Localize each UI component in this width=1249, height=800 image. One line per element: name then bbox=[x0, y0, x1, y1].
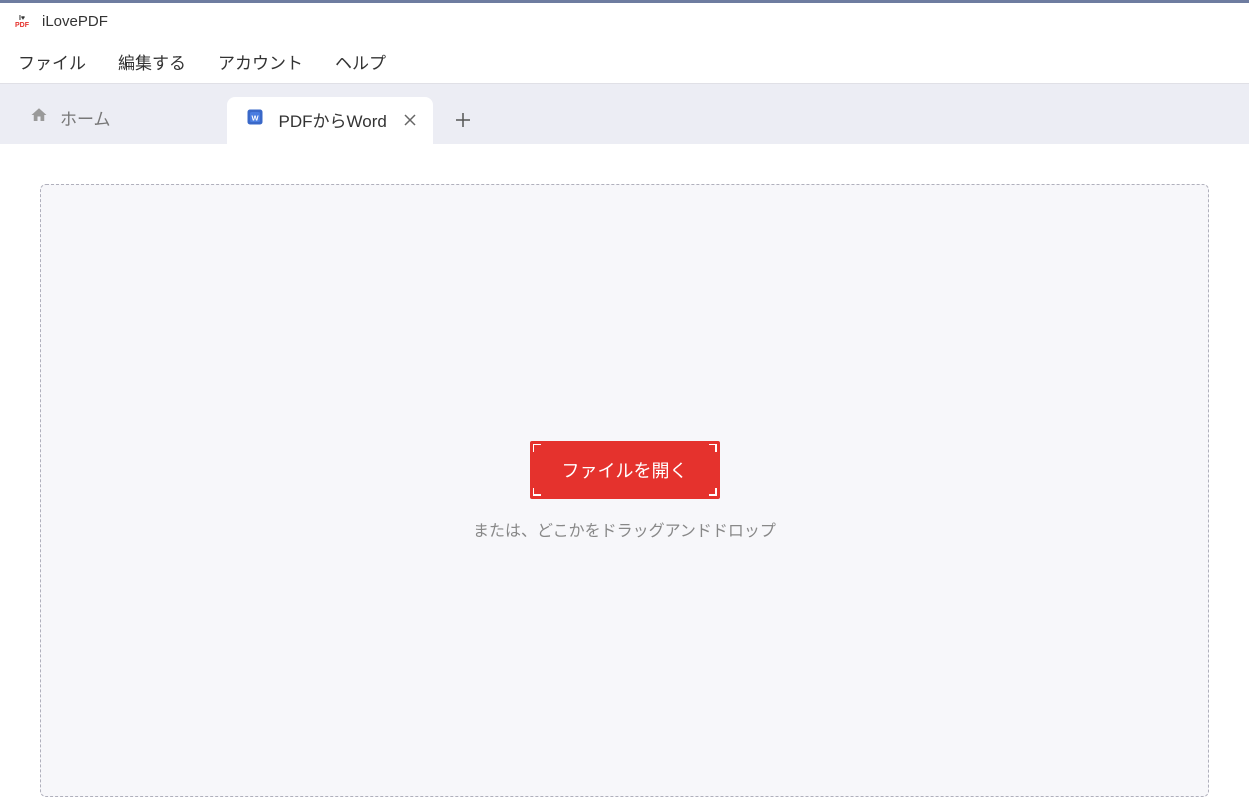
content-area: ファイルを開く または、どこかをドラッグアンドドロップ bbox=[0, 144, 1249, 797]
title-bar: I♥PDF iLovePDF bbox=[0, 0, 1249, 40]
menu-file[interactable]: ファイル bbox=[16, 45, 88, 78]
app-logo-icon: I♥PDF bbox=[12, 12, 32, 32]
menu-edit[interactable]: 編集する bbox=[116, 45, 188, 78]
close-tab-button[interactable] bbox=[401, 111, 419, 129]
add-tab-button[interactable] bbox=[443, 100, 483, 140]
tab-home-label: ホーム bbox=[60, 105, 111, 130]
menu-account[interactable]: アカウント bbox=[216, 45, 305, 78]
drop-hint-text: または、どこかをドラッグアンドドロップ bbox=[473, 517, 776, 541]
menu-help[interactable]: ヘルプ bbox=[333, 45, 388, 78]
open-file-label: ファイルを開く bbox=[562, 461, 688, 481]
menu-bar: ファイル 編集する アカウント ヘルプ bbox=[0, 40, 1249, 84]
close-icon bbox=[404, 114, 416, 126]
home-icon bbox=[30, 106, 48, 129]
plus-icon bbox=[455, 112, 471, 128]
tab-home[interactable]: ホーム bbox=[22, 93, 127, 144]
svg-text:W: W bbox=[251, 113, 259, 122]
open-file-button[interactable]: ファイルを開く bbox=[530, 441, 720, 499]
tab-pdf-to-word[interactable]: W PDFからWord bbox=[227, 97, 433, 144]
app-title: iLovePDF bbox=[42, 13, 108, 30]
tab-bar: ホーム W PDFからWord bbox=[0, 84, 1249, 144]
word-doc-icon: W bbox=[245, 107, 265, 132]
file-drop-zone[interactable]: ファイルを開く または、どこかをドラッグアンドドロップ bbox=[40, 184, 1209, 797]
tab-label: PDFからWord bbox=[279, 107, 387, 132]
